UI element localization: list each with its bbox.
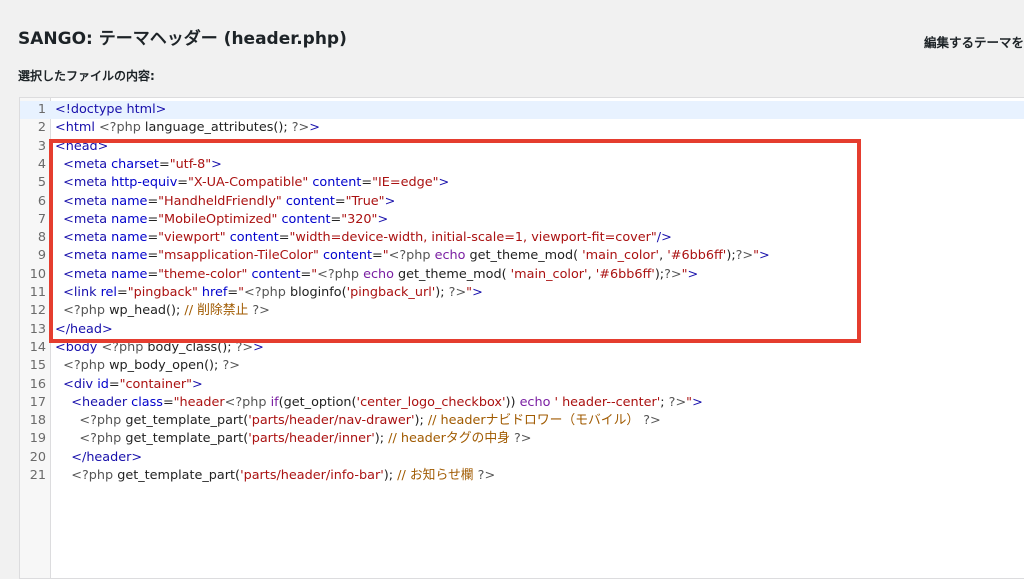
- highlight-box-head-section: [49, 139, 861, 343]
- line-number: 10: [29, 266, 46, 282]
- line-number: 6: [37, 193, 46, 209]
- code-token: ?>: [513, 431, 532, 447]
- code-token: wp_body_open();: [109, 358, 223, 374]
- line-number: 3: [37, 138, 46, 154]
- code-text: <div id="container">: [55, 376, 203, 394]
- code-token: if: [270, 394, 279, 410]
- code-text: <header class="header<?php if(get_option…: [55, 394, 703, 412]
- code-token: =: [162, 394, 174, 410]
- code-line[interactable]: 20 </header>: [20, 449, 1024, 467]
- code-token: // headerナビドロワー（モバイル）: [427, 413, 644, 429]
- code-token: <?php: [79, 431, 126, 447]
- code-token: 'parts/header/inner': [248, 431, 375, 447]
- line-number: 4: [37, 156, 46, 172]
- code-token: echo: [519, 394, 555, 410]
- line-number: 2: [37, 120, 46, 136]
- code-line[interactable]: 18 <?php get_template_part('parts/header…: [20, 412, 1024, 430]
- code-text: <!doctype html>: [55, 101, 166, 119]
- code-line[interactable]: 19 <?php get_template_part('parts/header…: [20, 430, 1024, 448]
- code-line[interactable]: 17 <header class="header<?php if(get_opt…: [20, 394, 1024, 412]
- line-number: 15: [29, 358, 46, 374]
- code-text: <?php get_template_part('parts/header/na…: [55, 412, 661, 430]
- code-token: "header: [173, 394, 225, 410]
- code-token: );: [414, 413, 428, 429]
- line-number: 7: [37, 211, 46, 227]
- code-token: <?php: [79, 413, 126, 429]
- code-line[interactable]: 16 <div id="container">: [20, 376, 1024, 394]
- code-text: <?php get_template_part('parts/header/in…: [55, 467, 495, 485]
- code-text: <?php wp_body_open(); ?>: [55, 357, 240, 375]
- code-token: language_attributes();: [144, 120, 292, 136]
- code-token: <?php: [98, 120, 145, 136]
- code-text: </header>: [55, 449, 142, 467]
- code-token: ;: [660, 394, 669, 410]
- code-token: >: [692, 394, 703, 410]
- line-number: 18: [29, 413, 46, 429]
- code-token: get_template_part(: [125, 413, 249, 429]
- line-number: 9: [37, 248, 46, 264]
- code-token: <?php: [71, 468, 118, 483]
- code-line[interactable]: 21 <?php get_template_part('parts/header…: [20, 467, 1024, 485]
- code-token: 'parts/header/info-bar': [240, 468, 384, 483]
- code-line[interactable]: 2 <html <?php language_attributes(); ?>>: [20, 119, 1024, 137]
- line-number: 21: [29, 468, 46, 483]
- code-token: get_template_part(: [117, 468, 241, 483]
- code-token: (get_option(: [278, 394, 357, 410]
- code-token: ?>: [477, 468, 496, 483]
- code-text: <html <?php language_attributes(); ?>>: [55, 119, 320, 137]
- line-number: 17: [29, 394, 46, 410]
- code-line[interactable]: 1 <!doctype html>: [20, 101, 1024, 120]
- line-number: 12: [29, 303, 46, 319]
- code-token: ?>: [291, 120, 310, 136]
- code-token: <!doctype html>: [55, 102, 167, 117]
- line-number: 5: [37, 175, 46, 191]
- theme-select-label: 編集するテーマを: [923, 35, 1024, 50]
- code-token: ?>: [222, 358, 240, 374]
- line-number: 8: [37, 230, 46, 246]
- code-token: ' header--center': [554, 394, 661, 410]
- line-number: 14: [29, 339, 46, 355]
- file-content-label: 選択したファイルの内容:: [18, 69, 155, 83]
- code-token: >: [309, 120, 320, 136]
- code-token: // お知らせ欄: [397, 468, 478, 483]
- line-number: 1: [37, 102, 46, 117]
- code-token: =: [108, 376, 120, 392]
- code-token: <html: [55, 120, 99, 136]
- code-token: );: [374, 431, 389, 447]
- code-token: <div: [63, 376, 98, 392]
- code-token: ?>: [668, 394, 687, 410]
- code-token: <header: [71, 394, 132, 410]
- code-token: "container": [119, 376, 193, 392]
- code-token: class: [131, 394, 163, 410]
- code-token: );: [383, 468, 398, 483]
- line-number: 20: [29, 449, 46, 465]
- code-token: 'center_logo_checkbox': [356, 394, 506, 410]
- code-token: <?php: [224, 394, 271, 410]
- code-line[interactable]: 15 <?php wp_body_open(); ?>: [20, 357, 1024, 375]
- code-token: </header>: [71, 449, 143, 465]
- code-token: // headerタグの中身: [388, 431, 514, 447]
- line-number: 13: [29, 321, 46, 337]
- code-token: get_template_part(: [125, 431, 249, 447]
- code-token: id: [97, 376, 109, 392]
- line-number: 19: [29, 431, 46, 447]
- code-token: 'parts/header/nav-drawer': [248, 413, 415, 429]
- code-token: ?>: [643, 413, 661, 429]
- line-number: 11: [29, 285, 46, 300]
- code-text: <?php get_template_part('parts/header/in…: [55, 430, 532, 448]
- page-title: SANGO: テーマヘッダー (header.php): [18, 29, 347, 49]
- code-token: >: [192, 376, 203, 392]
- line-number: 16: [29, 376, 46, 392]
- code-token: )): [505, 394, 520, 410]
- code-token: <?php: [63, 358, 110, 374]
